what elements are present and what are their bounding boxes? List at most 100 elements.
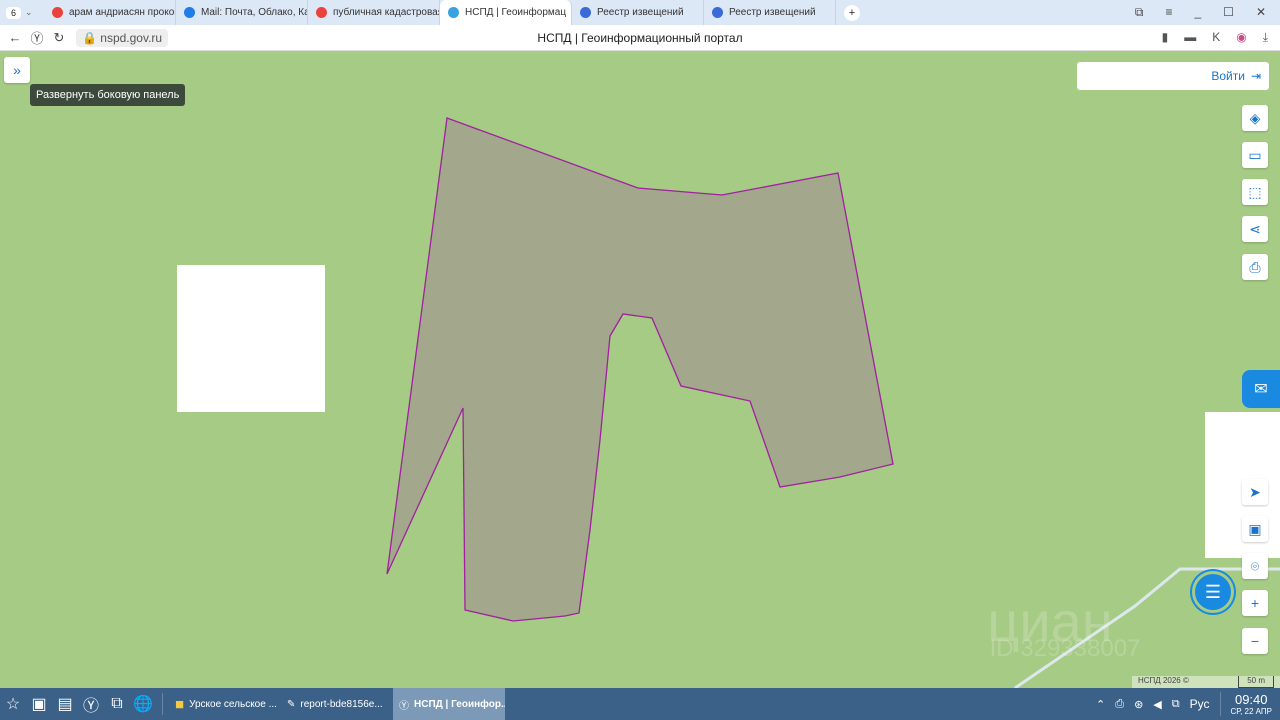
minimize-icon[interactable]: _: [1194, 5, 1201, 20]
watermark-id: ID 329338007: [990, 635, 1141, 662]
close-window-icon[interactable]: ✕: [1256, 5, 1266, 20]
network-icon[interactable]: ⧉: [1172, 698, 1180, 711]
login-label: Войти: [1211, 69, 1245, 83]
back-icon[interactable]: ←: [4, 30, 26, 45]
login-button[interactable]: Войти ⇥: [1077, 62, 1269, 90]
yandex-browser-icon[interactable]: Ⓨ: [78, 692, 104, 716]
extension-k-icon[interactable]: K: [1212, 30, 1220, 45]
feedback-icon: ✉: [1254, 381, 1268, 398]
zoom-in-button[interactable]: +: [1242, 590, 1268, 616]
download-icon[interactable]: ⤓: [1263, 30, 1268, 45]
yandex-icon: [52, 7, 63, 18]
file-manager-icon[interactable]: ▣: [26, 694, 52, 714]
network-globe-icon[interactable]: 🌐: [130, 694, 156, 714]
print-icon: ⎙: [1249, 258, 1261, 275]
map[interactable]: циан ID 329338007 » Развернуть боковую п…: [0, 51, 1280, 688]
tab-3[interactable]: НСПД | Геоинформац✕: [440, 0, 572, 25]
yandex-browser-icon: Ⓨ: [399, 700, 409, 712]
print-button[interactable]: ⎙: [1242, 254, 1268, 280]
url-field[interactable]: 🔒 nspd.gov.ru: [76, 28, 169, 47]
yandex-icon[interactable]: Ⓨ: [26, 28, 48, 47]
location-search-button[interactable]: ⌾: [1242, 553, 1268, 579]
clock[interactable]: 09:40 СР, 22 АПР: [1231, 692, 1273, 716]
clock-date: СР, 22 АПР: [1230, 707, 1273, 716]
url-text: nspd.gov.ru: [100, 30, 163, 45]
mail-icon: [184, 7, 195, 18]
tab-bar: 6 ⌄ арам андриасян прокоп Mail: Почта, О…: [0, 0, 1280, 25]
maximize-icon[interactable]: ☐: [1223, 5, 1234, 20]
tab-list-chevron-icon[interactable]: ⌄: [25, 7, 33, 19]
double-chevron-right-icon: »: [13, 62, 21, 78]
geolocate-button[interactable]: ➤: [1242, 479, 1268, 505]
document-icon[interactable]: ▤: [52, 694, 78, 714]
window-label: report-bde8156e...: [300, 698, 383, 710]
window-label: НСПД | Геоинфор...: [414, 698, 505, 710]
minus-icon: −: [1250, 633, 1260, 649]
extension-circle-icon[interactable]: ◉: [1236, 30, 1246, 45]
new-tab-icon[interactable]: +: [844, 4, 860, 21]
tab-label: арам андриасян прокоп: [69, 7, 176, 18]
parcel-polygon[interactable]: [386, 117, 894, 622]
select-area-button[interactable]: ⬚: [1242, 179, 1268, 205]
start-menu-icon[interactable]: ☆: [0, 694, 26, 714]
minimap-icon: ▣: [1248, 520, 1262, 537]
layers-icon: ◈: [1249, 109, 1261, 126]
page-title: НСПД | Геоинформационный портал: [537, 30, 743, 45]
tab-1[interactable]: Mail: Почта, Облако, Кал: [176, 0, 308, 25]
tab-2[interactable]: публичная кадастровая: [308, 0, 440, 25]
tab-label: Реестр извещений: [729, 7, 816, 18]
printer-icon[interactable]: ⎙: [1115, 698, 1124, 711]
document-viewer-icon: ✎: [287, 698, 296, 710]
taskbar: ☆ ▣ ▤ Ⓨ ⧉ 🌐 ■ Урское сельское ... ✎ report…: [0, 688, 1280, 720]
tab-controls: 6 ⌄: [0, 6, 44, 19]
tab-label: НСПД | Геоинформац: [465, 7, 567, 18]
bookmark-icon[interactable]: ▮: [1162, 30, 1169, 45]
ruler-icon: ▭: [1248, 146, 1262, 163]
keyboard-layout[interactable]: Рус: [1190, 697, 1210, 711]
tray-expand-icon[interactable]: ⌃: [1096, 698, 1105, 711]
expand-sidebar-button[interactable]: »: [4, 57, 30, 83]
windows-icon[interactable]: ⧉: [104, 695, 130, 713]
collections-icon[interactable]: ⧉: [1135, 5, 1144, 20]
select-area-icon: ⬚: [1248, 183, 1262, 200]
clock-time: 09:40: [1234, 692, 1268, 707]
address-bar: ← Ⓨ ↻ 🔒 nspd.gov.ru НСПД | Геоинформацио…: [0, 25, 1280, 51]
share-button[interactable]: ⋖: [1242, 216, 1268, 242]
emblem-icon: [712, 7, 723, 18]
extension-icon[interactable]: ▬: [1184, 30, 1196, 45]
taskbar-window-report[interactable]: ✎ report-bde8156e...: [281, 688, 393, 720]
chat-button[interactable]: ☰: [1192, 571, 1234, 613]
minimap-button[interactable]: ▣: [1242, 516, 1268, 542]
emblem-icon: [580, 7, 591, 18]
layers-button[interactable]: ◈: [1242, 105, 1268, 131]
window-label: Урское сельское ...: [189, 698, 277, 710]
reload-icon[interactable]: ↻: [48, 30, 70, 46]
attribution: НСПД 2026 ©: [1138, 676, 1189, 685]
scale-bar: 50 m: [1238, 676, 1274, 688]
folder-icon: ■: [175, 695, 185, 713]
usb-icon[interactable]: ⊛: [1134, 698, 1143, 711]
tab-label: Mail: Почта, Облако, Кал: [201, 7, 308, 18]
share-icon: ⋖: [1249, 220, 1261, 237]
tab-count[interactable]: 6: [6, 6, 22, 19]
chat-icon: ☰: [1204, 581, 1222, 602]
volume-icon[interactable]: ◀: [1153, 698, 1161, 711]
feedback-button[interactable]: ✉: [1242, 370, 1280, 408]
tab-4[interactable]: Реестр извещений: [572, 0, 704, 25]
nspd-icon: [448, 7, 459, 18]
attribution-bar: НСПД 2026 © 50 m: [1132, 676, 1280, 688]
tab-0[interactable]: арам андриасян прокоп: [44, 0, 176, 25]
tab-5[interactable]: Реестр извещений: [704, 0, 836, 25]
location-pin-icon: ⌾: [1250, 557, 1260, 574]
yandex-icon: [316, 7, 327, 18]
taskbar-window-folder[interactable]: ■ Урское сельское ...: [169, 688, 281, 720]
tooltip: Развернуть боковую панель: [30, 84, 186, 106]
tab-label: публичная кадастровая: [333, 7, 440, 18]
navigation-arrow-icon: ➤: [1249, 483, 1261, 500]
zoom-out-button[interactable]: −: [1242, 628, 1268, 654]
ruler-button[interactable]: ▭: [1242, 142, 1268, 168]
menu-icon[interactable]: ≡: [1165, 5, 1172, 20]
tab-label: Реестр извещений: [597, 7, 684, 18]
taskbar-window-browser[interactable]: Ⓨ НСПД | Геоинфор...: [393, 688, 505, 720]
blank-tile: [177, 265, 325, 412]
